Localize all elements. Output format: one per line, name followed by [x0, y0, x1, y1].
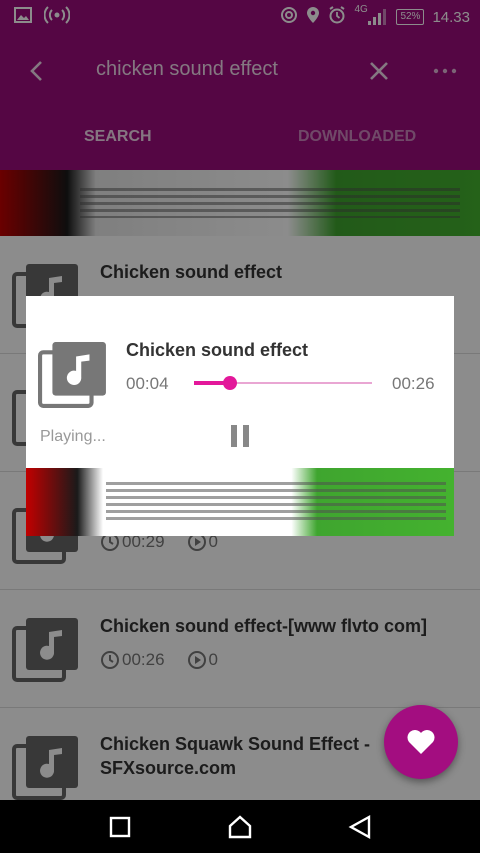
heart-icon: [407, 730, 435, 754]
seek-bar[interactable]: [194, 374, 372, 392]
home-icon: [228, 815, 252, 839]
recent-apps-icon: [109, 816, 131, 838]
seek-thumb[interactable]: [222, 376, 237, 390]
player-dialog: Chicken sound effect 00:04 00:26 Playing…: [26, 296, 454, 536]
music-note-icon: [38, 342, 106, 408]
home-button[interactable]: [225, 812, 255, 842]
player-title: Chicken sound effect: [126, 340, 309, 360]
recent-apps-button[interactable]: [105, 812, 135, 842]
favorites-button[interactable]: [384, 705, 458, 779]
total-time: 00:26: [392, 374, 435, 393]
ad-banner[interactable]: [26, 468, 454, 536]
pause-icon: [231, 425, 249, 447]
pause-button[interactable]: [226, 422, 254, 450]
system-nav-bar: [0, 800, 480, 853]
current-time: 00:04: [126, 374, 169, 393]
back-icon: [348, 814, 371, 840]
back-nav-button[interactable]: [345, 812, 375, 842]
playback-status: Playing...: [40, 428, 106, 445]
